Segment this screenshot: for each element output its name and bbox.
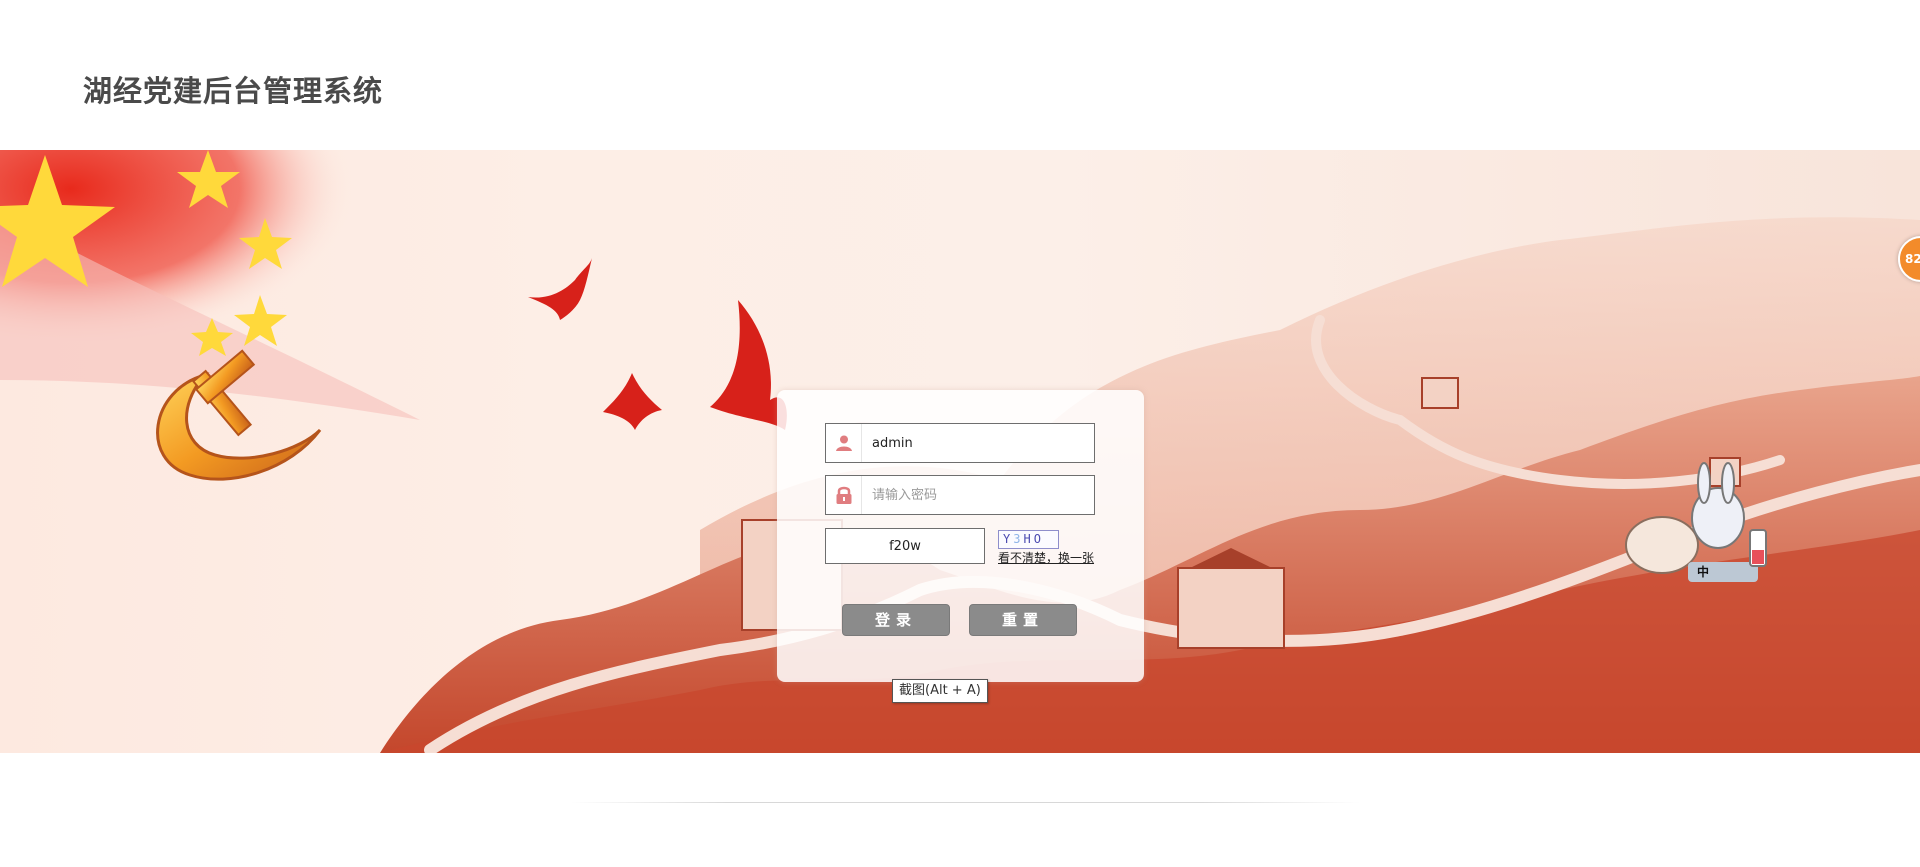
hero-banner: 中 Y3HO 看不清楚，换一张 登录 <box>0 150 1920 753</box>
captcha-refresh-link[interactable]: 看不清楚，换一张 <box>998 549 1094 566</box>
flying-doves <box>528 258 787 430</box>
reset-button[interactable]: 重置 <box>969 604 1077 636</box>
captcha-image[interactable]: Y3HO <box>998 530 1059 549</box>
footer-divider <box>570 802 1360 803</box>
user-icon <box>826 424 862 462</box>
captcha-char: Y <box>1003 532 1014 546</box>
header: 湖经党建后台管理系统 <box>0 0 1920 150</box>
ime-indicator: 中 <box>1697 565 1710 579</box>
username-input[interactable] <box>862 425 1094 461</box>
lock-icon <box>826 476 862 514</box>
password-input[interactable] <box>862 477 1094 513</box>
captcha-char: 3 <box>1013 532 1024 546</box>
login-button[interactable]: 登录 <box>842 604 950 636</box>
captcha-input[interactable] <box>825 528 985 564</box>
password-field <box>825 475 1095 515</box>
username-field <box>825 423 1095 463</box>
site-title: 湖经党建后台管理系统 <box>83 74 384 108</box>
screenshot-tooltip: 截图(Alt + A) <box>892 679 988 703</box>
captcha-char: H <box>1023 532 1034 546</box>
login-card: Y3HO 看不清楚，换一张 登录 重置 <box>777 390 1144 682</box>
captcha-char: O <box>1033 532 1044 546</box>
